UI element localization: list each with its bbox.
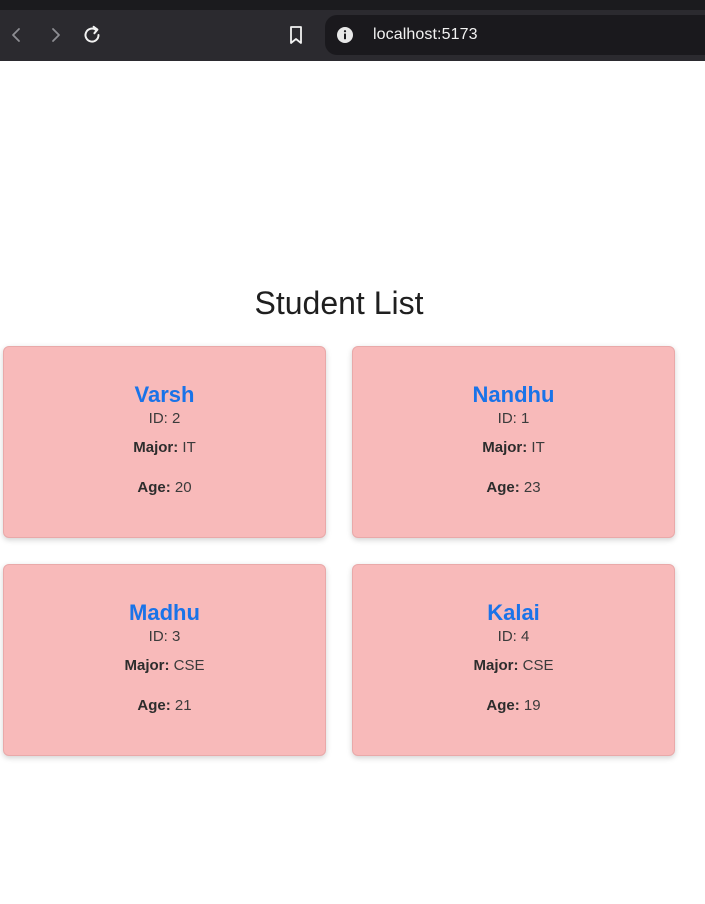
reload-icon[interactable] [79,22,105,48]
major-value: CSE [522,657,554,674]
page-content: Student List Varsh ID: 2 Major: IT Age: … [0,61,705,904]
browser-toolbar: localhost:5173 [0,0,705,61]
age-value: 19 [523,697,541,714]
age-label: Age: [137,697,171,714]
student-name: Madhu [129,600,200,625]
id-value: 4 [521,628,530,645]
major-value: IT [531,439,545,456]
student-major: Major: IT [4,438,325,458]
major-label: Major: [124,657,170,674]
age-label: Age: [486,479,520,496]
student-major: Major: CSE [4,656,325,676]
url-text[interactable]: localhost:5173 [373,24,478,46]
age-value: 21 [174,697,192,714]
id-label: ID: [497,410,521,427]
student-age: Age: 19 [353,696,674,716]
age-value: 20 [174,479,192,496]
major-value: IT [182,439,196,456]
major-label: Major: [473,657,519,674]
id-value: 2 [172,410,181,427]
bookmark-icon[interactable] [283,22,309,48]
student-name: Varsh [134,382,195,407]
back-arrow-icon[interactable] [4,22,30,48]
browser-tab-strip [0,0,705,10]
id-value: 1 [521,410,530,427]
info-icon[interactable] [336,26,354,44]
student-id: ID: 2 [4,409,325,429]
id-label: ID: [148,410,172,427]
page-title: Student List [254,285,424,321]
student-card: Nandhu ID: 1 Major: IT Age: 23 [352,346,675,538]
id-label: ID: [497,628,521,645]
student-card: Kalai ID: 4 Major: CSE Age: 19 [352,564,675,756]
age-value: 23 [523,479,541,496]
student-id: ID: 1 [353,409,674,429]
student-name: Kalai [487,600,540,625]
student-id: ID: 4 [353,627,674,647]
age-label: Age: [486,697,520,714]
id-value: 3 [172,628,181,645]
student-card: Varsh ID: 2 Major: IT Age: 20 [3,346,326,538]
student-age: Age: 20 [4,478,325,498]
major-value: CSE [173,657,205,674]
student-id: ID: 3 [4,627,325,647]
id-label: ID: [148,628,172,645]
student-name: Nandhu [472,382,555,407]
student-age: Age: 21 [4,696,325,716]
major-label: Major: [133,439,179,456]
student-card: Madhu ID: 3 Major: CSE Age: 21 [3,564,326,756]
age-label: Age: [137,479,171,496]
major-label: Major: [482,439,528,456]
student-major: Major: IT [353,438,674,458]
student-major: Major: CSE [353,656,674,676]
forward-arrow-icon[interactable] [42,22,68,48]
student-age: Age: 23 [353,478,674,498]
